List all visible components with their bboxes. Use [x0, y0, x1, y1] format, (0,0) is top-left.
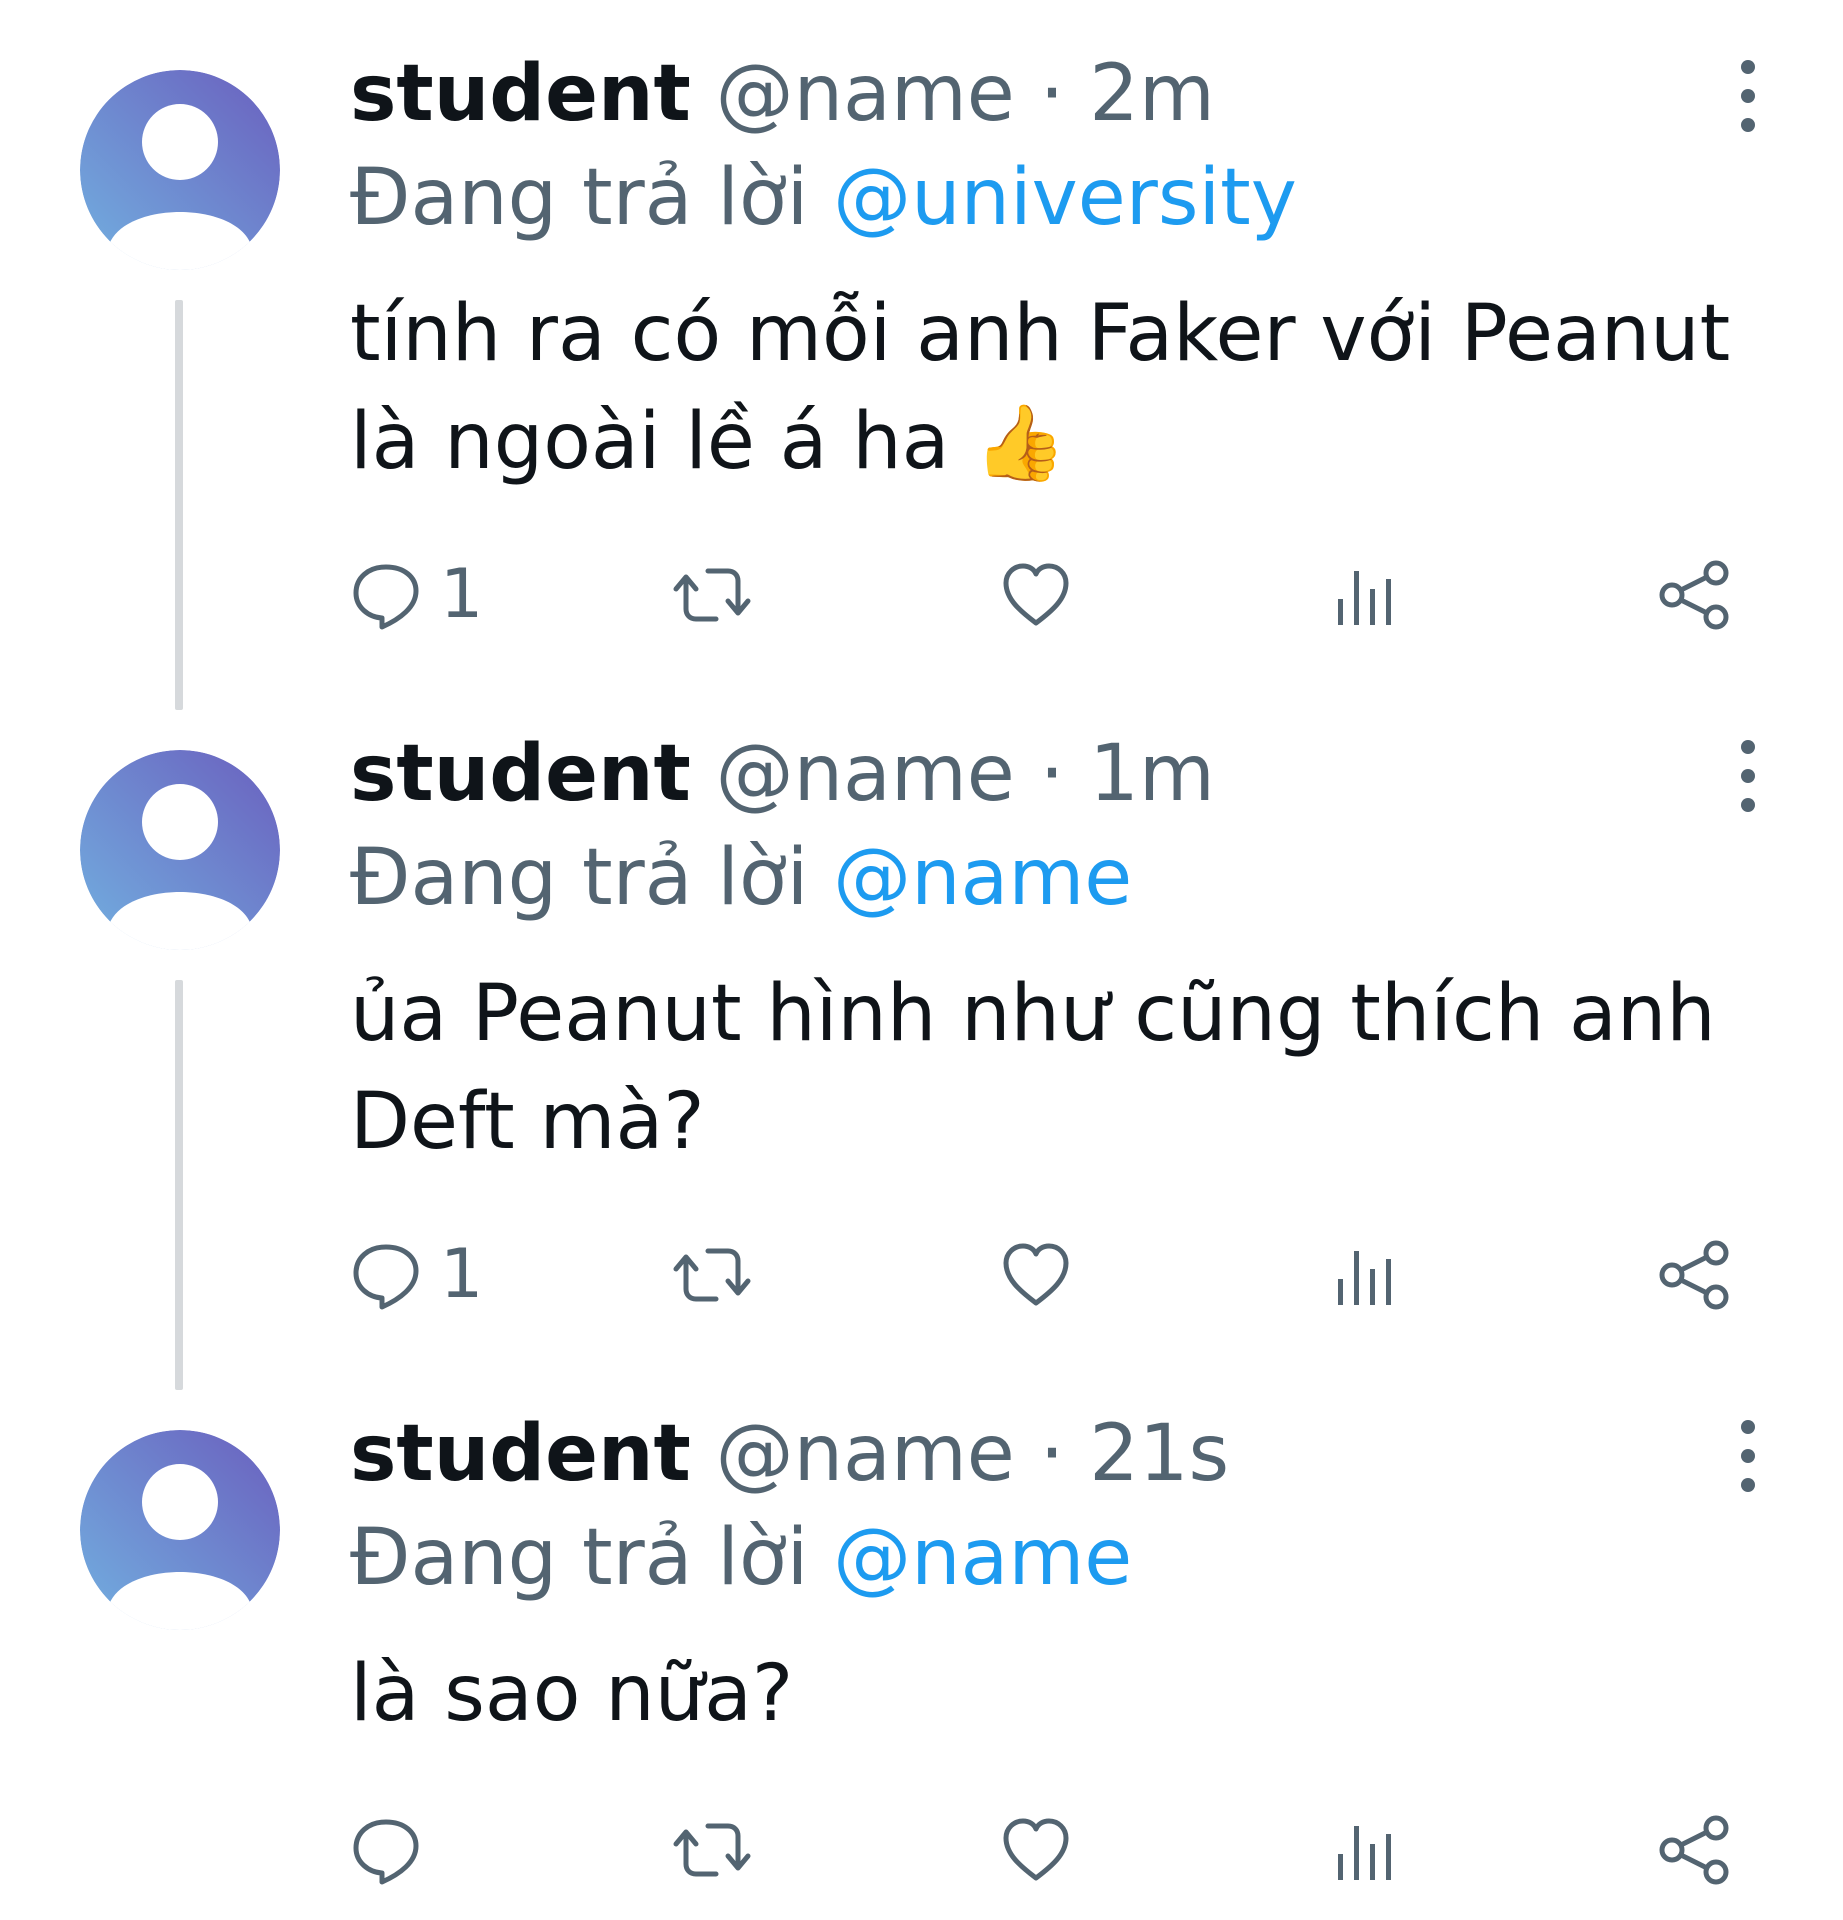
- user-handle[interactable]: @name: [716, 1409, 1015, 1499]
- tweet-header: student @name · 2m: [350, 44, 1215, 144]
- retweet-icon: [672, 559, 752, 631]
- more-options-icon[interactable]: [1728, 1416, 1768, 1496]
- display-name[interactable]: student: [350, 49, 691, 139]
- reply-icon: [350, 1814, 422, 1886]
- like-icon: [1000, 559, 1072, 631]
- separator: ·: [1039, 49, 1065, 139]
- reply-count: 1: [440, 1235, 484, 1314]
- tweet-header: student @name · 21s: [350, 1404, 1229, 1504]
- views-button[interactable]: [1330, 550, 1402, 640]
- replying-to: Đang trả lời @name: [350, 828, 1132, 928]
- like-icon: [1000, 1239, 1072, 1311]
- action-bar: 1: [350, 550, 1750, 640]
- display-name[interactable]: student: [350, 729, 691, 819]
- reply-mention-link[interactable]: @name: [833, 1513, 1132, 1603]
- reply-icon: [350, 559, 422, 631]
- like-button[interactable]: [1000, 1230, 1072, 1320]
- share-button[interactable]: [1654, 1230, 1734, 1320]
- reply-mention-link[interactable]: @name: [833, 833, 1132, 923]
- tweet-text-line: ủa Peanut hình như cũng thích anh: [350, 969, 1716, 1059]
- reply-mention-link[interactable]: @university: [833, 153, 1297, 243]
- avatar[interactable]: [80, 70, 280, 270]
- like-button[interactable]: [1000, 1805, 1072, 1895]
- retweet-button[interactable]: [672, 1805, 752, 1895]
- views-icon: [1330, 559, 1402, 631]
- views-button[interactable]: [1330, 1805, 1402, 1895]
- like-button[interactable]: [1000, 550, 1072, 640]
- replying-to-label: Đang trả lời: [350, 1513, 809, 1603]
- tweet-text: tính ra có mỗi anh Faker với Peanut là n…: [350, 280, 1780, 497]
- reply-count: 1: [440, 555, 484, 634]
- tweet-text-line: Deft mà?: [350, 1077, 705, 1167]
- thread-line: [175, 980, 183, 1390]
- share-button[interactable]: [1654, 550, 1734, 640]
- like-icon: [1000, 1814, 1072, 1886]
- action-bar: [350, 1805, 1750, 1895]
- display-name[interactable]: student: [350, 1409, 691, 1499]
- tweet[interactable]: student @name · 1m Đang trả lời @name ủa…: [0, 680, 1843, 1390]
- reply-icon: [350, 1239, 422, 1311]
- action-bar: 1: [350, 1230, 1750, 1320]
- share-icon: [1654, 1239, 1734, 1311]
- tweet-text-line: là sao nữa?: [350, 1649, 794, 1739]
- reply-button[interactable]: 1: [350, 1230, 483, 1320]
- views-icon: [1330, 1814, 1402, 1886]
- reply-button[interactable]: [350, 1805, 422, 1895]
- replying-to: Đang trả lời @university: [350, 148, 1297, 248]
- share-icon: [1654, 559, 1734, 631]
- retweet-icon: [672, 1814, 752, 1886]
- retweet-icon: [672, 1239, 752, 1311]
- timestamp[interactable]: 21s: [1089, 1409, 1229, 1499]
- timestamp[interactable]: 1m: [1089, 729, 1215, 819]
- retweet-button[interactable]: [672, 1230, 752, 1320]
- user-handle[interactable]: @name: [716, 729, 1015, 819]
- tweet[interactable]: student @name · 21s Đang trả lời @name l…: [0, 1360, 1843, 1920]
- avatar[interactable]: [80, 1430, 280, 1630]
- tweet-text: ủa Peanut hình như cũng thích anh Deft m…: [350, 960, 1780, 1176]
- replying-to-label: Đang trả lời: [350, 153, 809, 243]
- more-options-icon[interactable]: [1728, 56, 1768, 136]
- tweet-text-line: là ngoài lề á ha: [350, 397, 950, 487]
- replying-to-label: Đang trả lời: [350, 833, 809, 923]
- thread-line: [175, 300, 183, 710]
- retweet-button[interactable]: [672, 550, 752, 640]
- tweet-text: là sao nữa?: [350, 1640, 1780, 1748]
- user-handle[interactable]: @name: [716, 49, 1015, 139]
- share-button[interactable]: [1654, 1805, 1734, 1895]
- replying-to: Đang trả lời @name: [350, 1508, 1132, 1608]
- share-icon: [1654, 1814, 1734, 1886]
- thumbs-up-emoji: 👍: [974, 400, 1067, 486]
- separator: ·: [1039, 1409, 1065, 1499]
- tweet-text-line: tính ra có mỗi anh Faker với Peanut: [350, 289, 1731, 379]
- tweet[interactable]: student @name · 2m Đang trả lời @univers…: [0, 0, 1843, 710]
- tweet-header: student @name · 1m: [350, 724, 1215, 824]
- views-icon: [1330, 1239, 1402, 1311]
- avatar[interactable]: [80, 750, 280, 950]
- views-button[interactable]: [1330, 1230, 1402, 1320]
- more-options-icon[interactable]: [1728, 736, 1768, 816]
- timestamp[interactable]: 2m: [1089, 49, 1215, 139]
- reply-button[interactable]: 1: [350, 550, 483, 640]
- separator: ·: [1039, 729, 1065, 819]
